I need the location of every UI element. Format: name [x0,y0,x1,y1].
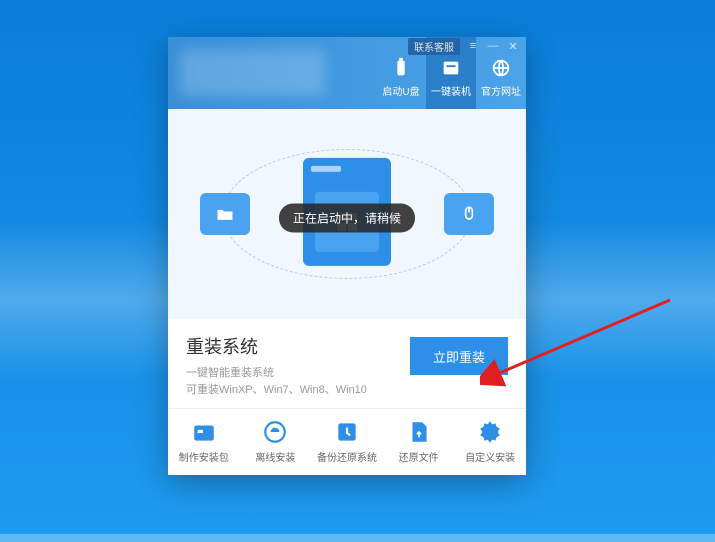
folder-icon-left [200,193,250,235]
tab-label: 启动U盘 [382,83,419,98]
tool-make-package[interactable]: 制作安装包 [168,419,240,464]
tool-offline-install[interactable]: 离线安装 [240,419,312,464]
main-panel: 重装系统 一键智能重装系统 可重装WinXP、Win7、Win8、Win10 立… [168,319,526,408]
tab-label: 一键装机 [431,83,471,98]
tool-label: 制作安装包 [179,449,229,464]
globe-icon [490,57,512,79]
loading-toast: 正在启动中，请稍候 [279,204,415,233]
tool-label: 离线安装 [255,449,295,464]
illustration-area: 正在启动中，请稍候 ↖ [168,109,526,319]
mouse-icon-right [444,193,494,235]
tool-label: 还原文件 [399,449,439,464]
tool-label: 自定义安装 [465,449,515,464]
main-subtitle-1: 一键智能重装系统 [186,365,410,382]
logo-area [168,37,376,109]
menu-icon[interactable]: ≡ [466,39,480,53]
reinstall-now-button[interactable]: 立即重装 [410,337,508,375]
offline-icon [262,419,288,445]
tool-label: 备份还原系统 [317,449,377,464]
minimize-button[interactable]: — [486,39,500,53]
tool-custom-install[interactable]: 自定义安装 [454,419,526,464]
titlebar: 联系客服 ≡ — ✕ 启动U盘 一键装机 [168,37,526,109]
app-window: 联系客服 ≡ — ✕ 启动U盘 一键装机 [168,37,526,475]
contact-support-button[interactable]: 联系客服 [408,38,460,55]
tool-backup-restore[interactable]: 备份还原系统 [311,419,383,464]
desktop-taskbar [0,534,715,542]
tab-label: 官方网址 [481,83,521,98]
main-subtitle-2: 可重装WinXP、Win7、Win8、Win10 [186,382,410,399]
gear-icon [477,419,503,445]
backup-icon [334,419,360,445]
footer-toolbar: 制作安装包 离线安装 备份还原系统 还原文件 自定义安装 [168,408,526,470]
tool-restore-files[interactable]: 还原文件 [383,419,455,464]
logo-blurred [180,50,325,96]
usb-icon [390,57,412,79]
install-icon [440,57,462,79]
close-button[interactable]: ✕ [506,39,520,53]
main-title: 重装系统 [186,333,410,359]
package-icon [191,419,217,445]
restore-icon [406,419,432,445]
